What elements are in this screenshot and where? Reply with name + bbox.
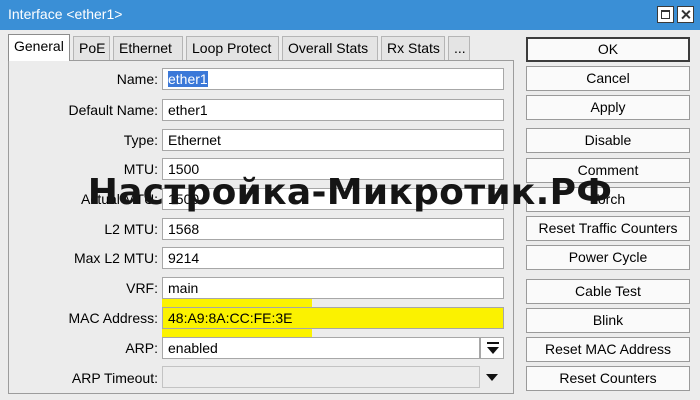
name-value: ether1 [168,71,208,87]
default-name-field: ether1 [162,99,504,121]
tab-general[interactable]: General [8,34,70,61]
torch-button[interactable]: Torch [526,187,690,212]
tab-ethernet[interactable]: Ethernet [113,36,183,60]
arp-label: ARP: [125,340,158,356]
comment-button[interactable]: Comment [526,158,690,183]
tab-loop-protect[interactable]: Loop Protect [186,36,279,60]
mtu-label: MTU: [123,161,158,177]
l2-mtu-label: L2 MTU: [104,221,158,237]
arp-dropdown-button[interactable] [480,337,504,359]
vrf-select[interactable]: main [162,277,504,299]
dropdown-bar-icon [487,342,499,344]
mac-address-label: MAC Address: [68,310,158,326]
reset-counters-button[interactable]: Reset Counters [526,366,690,391]
vrf-label: VRF: [126,280,158,296]
arp-timeout-input[interactable] [162,366,480,388]
tab-rx-stats[interactable]: Rx Stats [381,36,445,60]
type-label: Type: [123,132,158,148]
cable-test-button[interactable]: Cable Test [526,279,690,304]
tab-poe[interactable]: PoE [73,36,110,60]
type-field: Ethernet [162,129,504,151]
tab-more[interactable]: ... [448,36,470,60]
close-icon[interactable] [677,6,694,23]
reset-mac-address-button[interactable]: Reset MAC Address [526,337,690,362]
cancel-button[interactable]: Cancel [526,66,690,91]
mac-address-input[interactable]: 48:A9:8A:CC:FE:3E [162,307,504,329]
max-l2-mtu-field: 9214 [162,247,504,269]
window-title: Interface <ether1> [8,6,123,22]
arp-select[interactable]: enabled [162,337,480,359]
reset-traffic-counters-button[interactable]: Reset Traffic Counters [526,216,690,241]
actual-mtu-field: 1500 [162,188,504,210]
dropdown-arrow-icon [487,347,499,354]
tab-overall-stats[interactable]: Overall Stats [282,36,378,60]
mtu-input[interactable]: 1500 [162,158,504,180]
name-input[interactable]: ether1 [162,68,504,90]
blink-button[interactable]: Blink [526,308,690,333]
apply-button[interactable]: Apply [526,95,690,120]
actual-mtu-label: Actual MTU: [80,191,158,207]
maximize-icon[interactable] [657,6,674,23]
disable-button[interactable]: Disable [526,128,690,153]
name-label: Name: [116,71,158,87]
arp-timeout-label: ARP Timeout: [71,370,158,386]
max-l2-mtu-label: Max L2 MTU: [73,250,158,266]
default-name-label: Default Name: [68,102,158,118]
arp-timeout-dropdown-button[interactable] [480,366,504,388]
l2-mtu-input[interactable]: 1568 [162,218,504,240]
window-titlebar: Interface <ether1> [0,0,700,30]
power-cycle-button[interactable]: Power Cycle [526,245,690,270]
ok-button[interactable]: OK [526,37,690,62]
dropdown-arrow-icon [486,374,498,381]
